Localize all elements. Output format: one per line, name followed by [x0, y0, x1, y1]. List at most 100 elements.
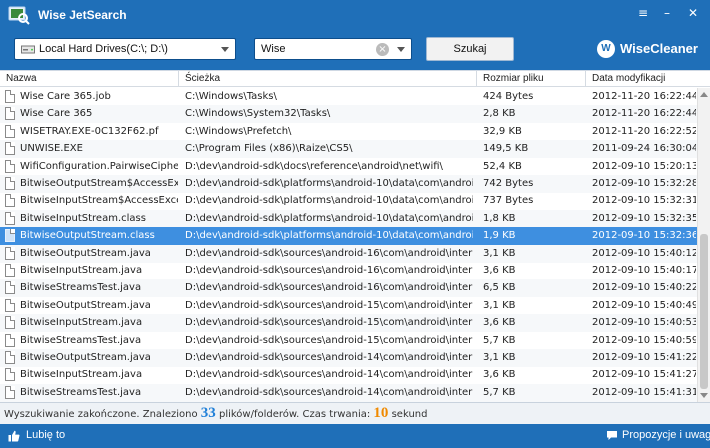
- search-input-value: Wise: [261, 43, 286, 55]
- table-row[interactable]: BitwiseOutputStream.java D:\dev\android-s…: [0, 244, 697, 263]
- footer-bar: Lubię to Propozycje i uwagi: [0, 424, 710, 448]
- row-size: 32,9 KB: [483, 125, 522, 137]
- table-row[interactable]: BitwiseOutputStream.java D:\dev\android-s…: [0, 297, 697, 315]
- row-date: 2012-09-10 15:40:12: [592, 247, 696, 259]
- app-title: Wise JetSearch: [38, 8, 127, 22]
- scrollbar-thumb[interactable]: [700, 234, 708, 389]
- row-size: 3,6 KB: [483, 317, 516, 329]
- row-size: 3,6 KB: [483, 265, 516, 276]
- row-name: BitwiseInputStream.java: [20, 265, 143, 276]
- feedback-label: Propozycje i uwagi: [622, 429, 710, 441]
- row-name: BitwiseInputStream.java: [20, 317, 143, 329]
- file-icon: [5, 333, 15, 347]
- row-date: 2012-09-10 15:40:49: [592, 299, 696, 311]
- table-row[interactable]: UNWISE.EXE C:\Program Files (x86)\Raize\C…: [0, 140, 697, 159]
- table-row[interactable]: BitwiseOutputStream.class D:\dev\android-…: [0, 227, 697, 246]
- table-row[interactable]: BitwiseInputStream.class D:\dev\android-s…: [0, 209, 697, 228]
- minimize-button[interactable]: –: [656, 4, 678, 22]
- row-date: 2012-09-10 15:40:17: [592, 265, 696, 276]
- scroll-down-icon[interactable]: [700, 393, 708, 398]
- row-size: 3,6 KB: [483, 369, 516, 381]
- row-date: 2012-11-20 16:22:52: [592, 125, 696, 137]
- table-row[interactable]: BitwiseStreamsTest.java D:\dev\android-sd…: [0, 279, 697, 298]
- row-size: 149,5 KB: [483, 143, 529, 155]
- table-row[interactable]: BitwiseStreamsTest.java D:\dev\android-sd…: [0, 332, 697, 350]
- table-row[interactable]: Wise Care 365 C:\Windows\System32\Tasks\ 2…: [0, 105, 697, 124]
- row-date: 2012-09-10 15:32:36: [592, 230, 696, 242]
- menu-icon[interactable]: ≡: [632, 4, 654, 22]
- file-icon: [5, 281, 15, 295]
- table-row[interactable]: BitwiseOutputStream.java D:\dev\android-s…: [0, 349, 697, 367]
- row-name: Wise Care 365.job: [20, 91, 111, 102]
- row-date: 2012-11-20 16:22:44: [592, 108, 696, 120]
- hard-drive-icon: [21, 45, 35, 54]
- row-name: BitwiseOutputStream$AccessExc...: [20, 178, 178, 189]
- brand-name: WiseCleaner: [620, 41, 698, 56]
- row-name: BitwiseOutputStream.java: [20, 247, 151, 259]
- row-date: 2012-09-10 15:32:35: [592, 212, 696, 224]
- table-row[interactable]: BitwiseOutputStream$AccessExc... D:\dev\a…: [0, 175, 697, 193]
- location-dropdown[interactable]: Local Hard Drives(C:\; D:\): [14, 38, 236, 60]
- row-date: 2012-09-10 15:32:28: [592, 178, 696, 189]
- table-row[interactable]: WISETRAY.EXE-0C132F62.pf C:\Windows\Prefe…: [0, 123, 697, 141]
- like-label: Lubię to: [26, 429, 66, 441]
- search-duration: 10: [373, 405, 389, 421]
- row-date: 2012-11-20 16:22:44: [592, 91, 696, 102]
- column-header-path[interactable]: Ścieżka: [179, 71, 477, 87]
- table-row[interactable]: WifiConfiguration.PairwiseCipher.... D:\d…: [0, 158, 697, 176]
- app-logo-icon: [8, 6, 30, 25]
- feedback-link[interactable]: Propozycje i uwagi: [606, 429, 710, 443]
- row-date: 2012-09-10 15:41:31: [592, 386, 696, 398]
- file-icon: [5, 90, 15, 103]
- row-size: 1,8 KB: [483, 212, 516, 224]
- table-row[interactable]: BitwiseInputStream$AccessExcep... D:\dev\…: [0, 192, 697, 210]
- row-name: BitwiseStreamsTest.java: [20, 334, 142, 346]
- search-toolbar: Local Hard Drives(C:\; D:\) Wise × Szuka…: [0, 30, 710, 70]
- table-row[interactable]: BitwiseInputStream.java D:\dev\android-sd…: [0, 314, 697, 333]
- row-path: D:\dev\android-sdk\platforms\android-10\…: [185, 195, 473, 207]
- file-icon: [5, 177, 15, 190]
- row-size: 424 Bytes: [483, 91, 534, 102]
- file-icon: [5, 211, 15, 225]
- status-prefix: Wyszukiwanie zakończone. Znaleziono: [4, 409, 198, 420]
- row-size: 5,7 KB: [483, 386, 516, 398]
- row-date: 2011-09-24 16:30:04: [592, 143, 696, 155]
- row-path: C:\Windows\Tasks\: [185, 91, 277, 102]
- row-name: BitwiseStreamsTest.java: [20, 282, 142, 294]
- row-name: BitwiseStreamsTest.java: [20, 386, 142, 398]
- table-row[interactable]: BitwiseInputStream.java D:\dev\android-sd…: [0, 262, 697, 280]
- status-middle: plików/folderów. Czas trwania:: [218, 409, 371, 420]
- table-row[interactable]: BitwiseInputStream.java D:\dev\android-sd…: [0, 366, 697, 384]
- thumbs-up-icon: [8, 430, 20, 442]
- column-header-date[interactable]: Data modyfikacji: [586, 71, 710, 87]
- column-header-size[interactable]: Rozmiar pliku: [477, 71, 586, 87]
- row-date: 2012-09-10 15:41:27: [592, 369, 696, 381]
- row-size: 52,4 KB: [483, 160, 522, 172]
- column-header-name[interactable]: Nazwa: [0, 71, 179, 87]
- result-count: 33: [200, 405, 216, 421]
- table-row[interactable]: BitwiseStreamsTest.java D:\dev\android-sd…: [0, 383, 697, 402]
- file-icon: [5, 159, 15, 173]
- row-path: D:\dev\android-sdk\sources\android-16\co…: [185, 282, 473, 294]
- table-row[interactable]: Wise Care 365.job C:\Windows\Tasks\ 424 By…: [0, 88, 697, 106]
- row-path: D:\dev\android-sdk\sources\android-15\co…: [185, 299, 473, 311]
- search-input[interactable]: Wise ×: [254, 38, 412, 60]
- clear-icon[interactable]: ×: [376, 43, 389, 56]
- vertical-scrollbar[interactable]: [697, 88, 710, 403]
- history-chevron-down-icon[interactable]: [397, 47, 405, 52]
- row-path: D:\dev\android-sdk\sources\android-15\co…: [185, 317, 473, 329]
- results-table: Nazwa Ścieżka Rozmiar pliku Data modyfik…: [0, 70, 710, 403]
- row-name: BitwiseOutputStream.class: [20, 230, 155, 242]
- close-button[interactable]: ✕: [682, 4, 704, 22]
- row-path: C:\Windows\System32\Tasks\: [185, 108, 331, 120]
- row-date: 2012-09-10 15:41:22: [592, 352, 696, 363]
- row-date: 2012-09-10 15:40:22: [592, 282, 696, 294]
- search-button[interactable]: Szukaj: [426, 37, 514, 61]
- file-icon: [5, 351, 15, 364]
- speech-bubble-icon: [607, 431, 617, 440]
- row-size: 737 Bytes: [483, 195, 534, 207]
- row-name: BitwiseOutputStream.java: [20, 299, 151, 311]
- row-name: WifiConfiguration.PairwiseCipher....: [20, 160, 178, 172]
- file-icon: [5, 316, 15, 330]
- scroll-up-icon[interactable]: [700, 92, 708, 97]
